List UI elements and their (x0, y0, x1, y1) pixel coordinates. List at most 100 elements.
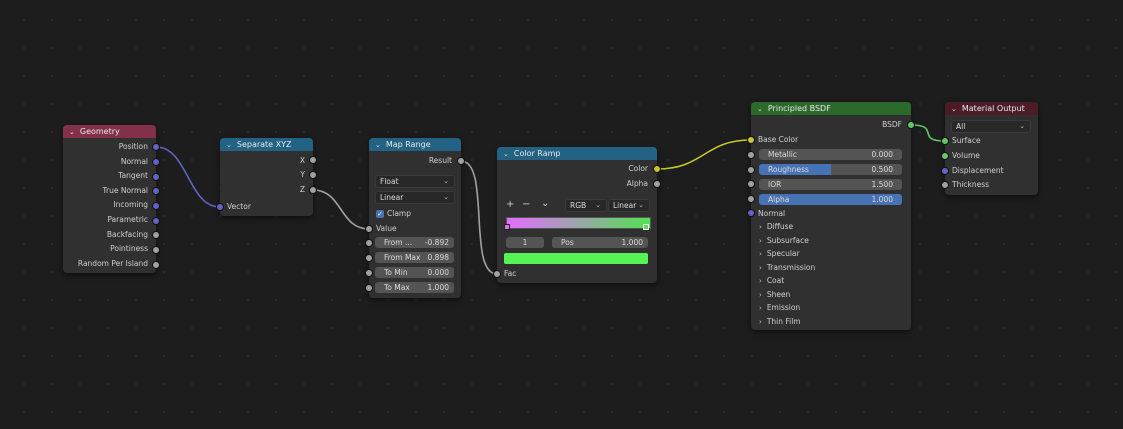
stop-color-swatch[interactable] (504, 253, 648, 264)
geometry-output-socket[interactable] (152, 231, 160, 239)
panel-emission[interactable]: › Emission (759, 302, 800, 314)
chevron-down-icon[interactable]: ⌄ (503, 150, 509, 158)
geometry-output-socket[interactable] (152, 143, 160, 151)
input-normal-label: Normal (758, 209, 786, 218)
chevron-down-icon: ⌄ (638, 201, 644, 209)
remove-stop-button[interactable]: − (522, 199, 530, 210)
panel-sheen[interactable]: › Sheen (759, 289, 790, 301)
geometry-output-socket[interactable] (152, 158, 160, 166)
z-output-socket[interactable] (309, 186, 317, 194)
geometry-output-socket[interactable] (152, 187, 160, 195)
x-output-socket[interactable] (309, 156, 317, 164)
color-mode-select[interactable]: RGB ⌄ (565, 199, 607, 212)
principled-bsdf-node[interactable]: ⌄ Principled BSDF BSDF Base Color Metall… (751, 102, 911, 330)
chevron-down-icon[interactable]: ⌄ (375, 141, 381, 149)
color-ramp-node-header[interactable]: ⌄ Color Ramp (497, 147, 657, 160)
link-z-to-value[interactable] (312, 189, 370, 230)
ramp-interpolation-select[interactable]: Linear ⌄ (608, 199, 650, 212)
field-value: 1.500 (871, 180, 893, 189)
geometry-output-socket[interactable] (152, 202, 160, 210)
data-type-select[interactable]: Float ⌄ (375, 175, 455, 188)
value-input-socket[interactable] (365, 225, 373, 233)
result-output-socket[interactable] (457, 157, 465, 165)
geometry-node-header[interactable]: ⌄ Geometry (63, 125, 156, 138)
geometry-output-socket[interactable] (152, 217, 160, 225)
ramp-stop-marker-right[interactable] (643, 224, 649, 230)
roughness-field[interactable]: Roughness 0.500 (759, 164, 902, 175)
panel-label: Emission (766, 303, 801, 312)
panel-specular[interactable]: › Specular (759, 248, 800, 260)
field-label: To Max (384, 283, 410, 292)
surface-input-socket[interactable] (941, 137, 949, 145)
target-value: All (956, 122, 966, 131)
base-color-input-socket[interactable] (747, 136, 755, 144)
ior-field[interactable]: IOR 1.500 (759, 179, 902, 190)
link-result-to-fac[interactable] (460, 160, 498, 275)
bsdf-input-socket[interactable] (747, 180, 755, 188)
alpha-field[interactable]: Alpha 1.000 (759, 194, 902, 205)
principled-bsdf-node-header[interactable]: ⌄ Principled BSDF (751, 102, 911, 115)
panel-coat[interactable]: › Coat (759, 275, 784, 287)
map-range-node-header[interactable]: ⌄ Map Range (369, 138, 461, 151)
chevron-right-icon: › (759, 317, 762, 326)
link-bsdf-to-surface[interactable] (910, 124, 946, 142)
map-range-input-socket[interactable] (365, 239, 373, 247)
add-stop-button[interactable]: + (506, 199, 514, 210)
ramp-menu-button[interactable]: ⌄ (541, 198, 549, 209)
input-fac-label: Fac (504, 269, 517, 278)
from-min-field[interactable]: From ... -0.892 (375, 237, 454, 248)
from-max-field[interactable]: From Max 0.898 (375, 252, 454, 263)
vector-input-socket[interactable] (216, 203, 224, 211)
chevron-down-icon[interactable]: ⌄ (757, 105, 763, 113)
bsdf-input-socket[interactable] (747, 166, 755, 174)
link-position-to-vector[interactable] (155, 146, 221, 208)
bsdf-input-socket[interactable] (747, 195, 755, 203)
separate-xyz-node[interactable]: ⌄ Separate XYZ X Y Z Vector (220, 138, 313, 216)
separate-xyz-node-header[interactable]: ⌄ Separate XYZ (220, 138, 313, 151)
link-color-to-base-color[interactable] (656, 139, 752, 170)
metallic-field[interactable]: Metallic 0.000 (759, 149, 902, 160)
geometry-output-socket[interactable] (152, 173, 160, 181)
fac-input-socket[interactable] (493, 270, 501, 278)
panel-transmission[interactable]: › Transmission (759, 262, 815, 274)
to-max-field[interactable]: To Max 1.000 (375, 282, 454, 293)
volume-input-socket[interactable] (941, 152, 949, 160)
geometry-output-socket[interactable] (152, 261, 160, 269)
chevron-down-icon[interactable]: ⌄ (69, 128, 75, 136)
thickness-input-socket[interactable] (941, 181, 949, 189)
to-min-field[interactable]: To Min 0.000 (375, 267, 454, 278)
color-ramp-gradient[interactable] (506, 217, 651, 229)
chevron-down-icon: ⌄ (443, 193, 449, 201)
map-range-node[interactable]: ⌄ Map Range Result Float ⌄ Linear ⌄ ✓ Cl… (369, 138, 461, 298)
chevron-down-icon[interactable]: ⌄ (226, 141, 232, 149)
clamp-checkbox[interactable]: ✓ (376, 210, 384, 218)
bsdf-input-socket[interactable] (747, 151, 755, 159)
interpolation-select[interactable]: Linear ⌄ (375, 191, 455, 204)
normal-input-socket[interactable] (747, 209, 755, 217)
panel-label: Diffuse (766, 222, 794, 231)
map-range-input-socket[interactable] (365, 269, 373, 277)
geometry-output-socket[interactable] (152, 246, 160, 254)
bsdf-output-socket[interactable] (907, 121, 915, 129)
input-displacement-label: Displacement (952, 166, 1004, 175)
color-ramp-node[interactable]: ⌄ Color Ramp Color Alpha + − ⌄ RGB ⌄ Lin… (497, 147, 657, 283)
panel-subsurface[interactable]: › Subsurface (759, 235, 809, 247)
chevron-down-icon[interactable]: ⌄ (951, 105, 957, 113)
ramp-stop-marker-left[interactable] (504, 224, 510, 230)
y-output-socket[interactable] (309, 171, 317, 179)
stop-position-field[interactable]: Pos 1.000 (552, 237, 648, 248)
material-output-node-header[interactable]: ⌄ Material Output (945, 102, 1038, 115)
target-select[interactable]: All ⌄ (951, 120, 1031, 133)
panel-thin-film[interactable]: › Thin Film (759, 316, 801, 328)
alpha-output-socket[interactable] (653, 180, 661, 188)
geometry-node[interactable]: ⌄ Geometry Position Normal Tangent True Nor… (63, 125, 156, 273)
displacement-input-socket[interactable] (941, 167, 949, 175)
material-output-node[interactable]: ⌄ Material Output All ⌄ Surface Volume D… (945, 102, 1038, 195)
color-output-socket[interactable] (653, 165, 661, 173)
panel-diffuse[interactable]: › Diffuse (759, 221, 793, 233)
map-range-input-socket[interactable] (365, 254, 373, 262)
map-range-input-socket[interactable] (365, 284, 373, 292)
geometry-output-label: Position (118, 142, 148, 151)
geometry-output-label: Backfacing (106, 229, 148, 239)
stop-index-field[interactable]: 1 (506, 237, 544, 248)
